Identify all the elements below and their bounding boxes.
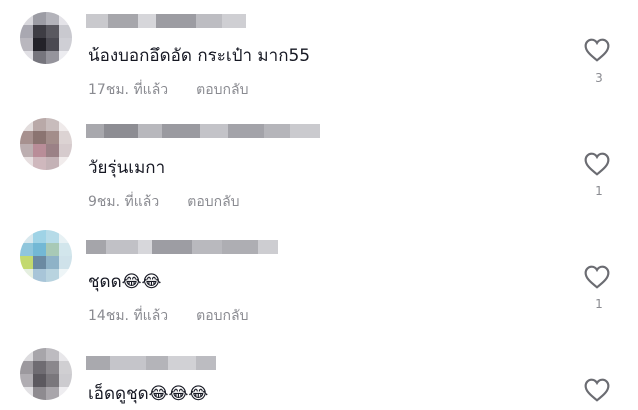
- heart-outline-icon[interactable]: [584, 378, 610, 402]
- heart-outline-icon[interactable]: [584, 152, 610, 176]
- user-avatar[interactable]: [20, 118, 72, 170]
- reply-button[interactable]: ตอบกลับ: [187, 191, 239, 213]
- comment-text: น้องบอกอึดอัด กระเป๋า มาก55: [88, 46, 311, 66]
- comment-time: 9ชม. ที่แล้ว: [88, 194, 160, 210]
- comment-meta: 9ชม. ที่แล้ว ตอบกลับ: [88, 191, 240, 213]
- username-blurred[interactable]: [86, 14, 246, 28]
- comment-time: 17ชม. ที่แล้ว: [88, 82, 169, 98]
- username-blurred[interactable]: [86, 240, 278, 254]
- comment-text: วัยรุ่นเมกา: [88, 158, 166, 178]
- username-blurred[interactable]: [86, 124, 320, 138]
- like-count: 3: [595, 71, 603, 85]
- reply-button[interactable]: ตอบกลับ: [196, 305, 248, 327]
- comment-meta: 17ชม. ที่แล้ว ตอบกลับ: [88, 79, 248, 101]
- comment-time: 14ชม. ที่แล้ว: [88, 308, 169, 324]
- username-blurred[interactable]: [86, 356, 216, 370]
- like-count: 1: [595, 184, 603, 198]
- heart-outline-icon[interactable]: [584, 265, 610, 289]
- reply-button[interactable]: ตอบกลับ: [196, 79, 248, 101]
- like-count: 1: [595, 297, 603, 311]
- user-avatar[interactable]: [20, 230, 72, 282]
- comment-text: ชุดด😂😂: [88, 272, 162, 292]
- comment-meta: 14ชม. ที่แล้ว ตอบกลับ: [88, 305, 248, 327]
- user-avatar[interactable]: [20, 12, 72, 64]
- comment-text: เอ็ดดูชุด😂😂😂: [88, 384, 209, 404]
- user-avatar[interactable]: [20, 348, 72, 400]
- heart-outline-icon[interactable]: [584, 38, 610, 62]
